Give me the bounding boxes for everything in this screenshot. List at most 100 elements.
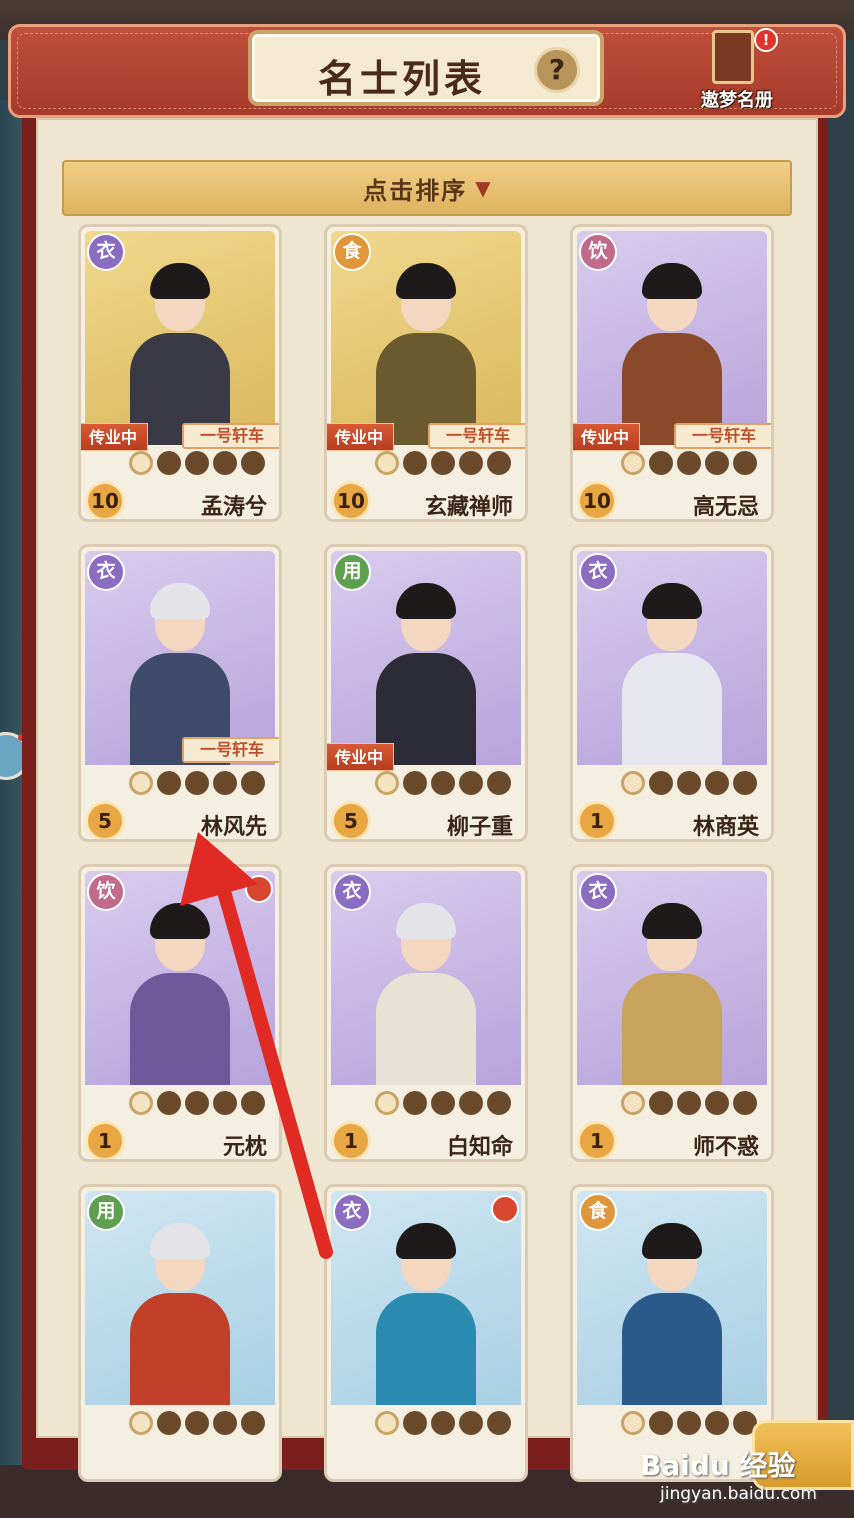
star-filled-icon	[621, 771, 645, 795]
sort-label: 点击排序	[363, 176, 468, 205]
star-empty-icon	[403, 451, 427, 475]
star-filled-icon	[375, 1091, 399, 1115]
star-empty-icon	[213, 1091, 237, 1115]
carriage-badge: 一号轩车	[182, 423, 279, 449]
star-rating	[375, 451, 511, 475]
category-icon: 衣	[579, 873, 617, 911]
star-empty-icon	[213, 451, 237, 475]
figure-hair	[150, 903, 210, 939]
star-filled-icon	[375, 451, 399, 475]
level-badge: 5	[331, 801, 371, 839]
figure-hair	[150, 263, 210, 299]
hero-name: 柳子重	[446, 815, 513, 840]
star-rating	[621, 1091, 757, 1115]
roster-label: 遨梦名册	[701, 90, 773, 111]
teaching-badge: 传业中	[573, 423, 640, 451]
category-icon: 衣	[87, 233, 125, 271]
hero-card[interactable]: 用传业中 5 柳子重	[324, 544, 528, 842]
help-button[interactable]: ?	[534, 47, 580, 93]
star-empty-icon	[705, 1411, 729, 1435]
star-empty-icon	[157, 1091, 181, 1115]
star-rating	[129, 1091, 265, 1115]
hero-card[interactable]: 饮传业中 一号轩车 10 高无忌	[570, 224, 774, 522]
figure-hair	[642, 1223, 702, 1259]
category-icon: 食	[333, 233, 371, 271]
star-empty-icon	[213, 771, 237, 795]
star-empty-icon	[403, 771, 427, 795]
star-empty-icon	[431, 451, 455, 475]
figure-hair	[396, 1223, 456, 1259]
roster-button[interactable]: ! 遨梦名册	[690, 28, 784, 112]
star-empty-icon	[459, 451, 483, 475]
hero-name: 林风先	[200, 815, 267, 840]
star-empty-icon	[157, 771, 181, 795]
hero-figure	[376, 583, 476, 765]
star-empty-icon	[241, 451, 265, 475]
star-empty-icon	[733, 771, 757, 795]
star-empty-icon	[459, 1411, 483, 1435]
hero-name: 林商英	[692, 815, 759, 840]
category-icon: 饮	[87, 873, 125, 911]
star-empty-icon	[157, 1411, 181, 1435]
hero-card[interactable]: 衣一号轩车 5 林风先	[78, 544, 282, 842]
hero-figure	[130, 263, 230, 445]
hero-name: 孟涛兮	[200, 495, 267, 520]
hero-card[interactable]: 衣	[324, 1184, 528, 1482]
star-empty-icon	[677, 451, 701, 475]
star-empty-icon	[677, 771, 701, 795]
hero-card[interactable]: 用	[78, 1184, 282, 1482]
star-rating	[375, 771, 511, 795]
hero-figure	[376, 263, 476, 445]
category-icon: 衣	[333, 873, 371, 911]
hero-card[interactable]: 衣传业中 一号轩车 10 孟涛兮	[78, 224, 282, 522]
hero-card[interactable]: 食	[570, 1184, 774, 1482]
star-empty-icon	[733, 1091, 757, 1115]
star-filled-icon	[129, 771, 153, 795]
level-badge: 10	[577, 481, 617, 519]
star-empty-icon	[431, 771, 455, 795]
watermark: Baidu 经验 jingyan.baidu.com	[640, 1444, 840, 1510]
figure-hair	[396, 903, 456, 939]
hero-card[interactable]: 饮 1 元枕	[78, 864, 282, 1162]
hero-name: 玄藏禅师	[424, 495, 513, 520]
hero-figure	[622, 1223, 722, 1405]
star-empty-icon	[431, 1091, 455, 1115]
category-icon: 衣	[333, 1193, 371, 1231]
watermark-brand: Baidu 经验	[640, 1449, 796, 1482]
star-filled-icon	[621, 451, 645, 475]
hero-figure	[130, 1223, 230, 1405]
teaching-badge: 传业中	[327, 423, 394, 451]
star-empty-icon	[487, 1091, 511, 1115]
hero-figure	[622, 263, 722, 445]
star-rating	[621, 771, 757, 795]
figure-hair	[642, 903, 702, 939]
star-empty-icon	[403, 1411, 427, 1435]
page-title: 名士列表	[317, 57, 486, 101]
star-empty-icon	[705, 1091, 729, 1115]
sort-button[interactable]: 点击排序 ▼	[62, 160, 792, 216]
hero-name: 元枕	[222, 1135, 267, 1160]
star-empty-icon	[487, 771, 511, 795]
hero-card[interactable]: 衣 1 白知命	[324, 864, 528, 1162]
hero-card[interactable]: 衣 1 林商英	[570, 544, 774, 842]
star-filled-icon	[129, 1091, 153, 1115]
category-icon: 衣	[579, 553, 617, 591]
star-empty-icon	[459, 771, 483, 795]
figure-hair	[150, 583, 210, 619]
figure-hair	[396, 263, 456, 299]
figure-body	[376, 973, 476, 1085]
hero-name: 师不惑	[692, 1135, 759, 1160]
figure-hair	[642, 263, 702, 299]
hero-card[interactable]: 食传业中 一号轩车 10 玄藏禅师	[324, 224, 528, 522]
star-rating	[129, 451, 265, 475]
star-empty-icon	[487, 1411, 511, 1435]
star-rating	[129, 1411, 265, 1435]
star-empty-icon	[649, 451, 673, 475]
hero-card[interactable]: 衣 1 师不惑	[570, 864, 774, 1162]
star-rating	[621, 451, 757, 475]
figure-body	[622, 653, 722, 765]
hero-figure	[376, 1223, 476, 1405]
hero-figure	[622, 903, 722, 1085]
figure-body	[622, 973, 722, 1085]
level-badge: 1	[577, 1121, 617, 1159]
